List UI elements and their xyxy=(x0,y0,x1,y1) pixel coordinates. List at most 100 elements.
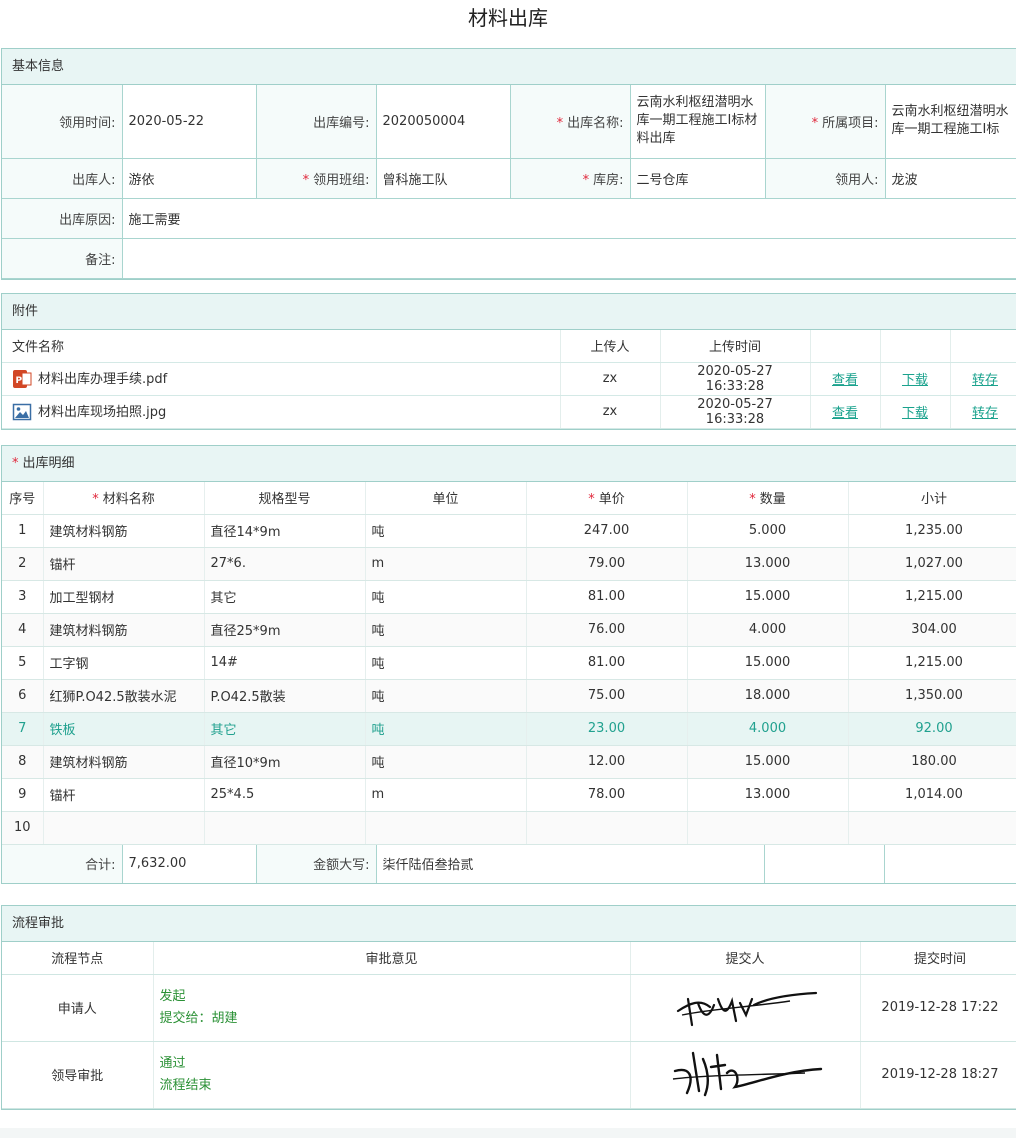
table-cell: m xyxy=(365,547,527,581)
table-row: 3 加工型钢材 其它吨 81.00 15.000 1,215.00 xyxy=(2,580,1016,614)
details-panel: * 出库明细 序号 * 材料名称 规格型号 单位 * 单价 * 数量 小计 1 建筑材料钢… xyxy=(1,445,1016,884)
attachments-panel: 附件 文件名称 上传人 上传时间 P 材料出库办理手续.pdf zx 2020-… xyxy=(1,293,1016,430)
table-cell: 79.00 xyxy=(526,547,688,581)
attachment-filename[interactable]: 材料出库现场拍照.jpg xyxy=(38,405,166,420)
field-label-project: * 所属项目: xyxy=(764,85,886,159)
download-link[interactable]: 下载 xyxy=(902,373,928,388)
page-footer-strip xyxy=(0,1128,1016,1138)
page-title: 材料出库 xyxy=(468,6,548,30)
table-cell: 吨 xyxy=(365,613,527,647)
uppercase-amount-value: 柒仟陆佰叁拾贰 xyxy=(375,844,765,883)
required-mark: * xyxy=(749,492,756,508)
table-row: 7 铁板 其它吨 23.00 4.000 92.00 xyxy=(2,712,1016,746)
table-cell: 吨 xyxy=(365,679,527,713)
image-icon xyxy=(12,402,32,422)
flow-submit-time: 2019-12-28 18:27 xyxy=(860,1041,1016,1109)
table-cell: 直径25*9m xyxy=(204,613,366,647)
flow-row: 申请人 发起 提交给：胡建 2019-12-28 17:22 xyxy=(2,974,1016,1042)
table-cell: m xyxy=(365,778,527,812)
field-value-receive-time: 2020-05-22 xyxy=(121,85,257,159)
table-cell: 25*4.5 xyxy=(204,778,366,812)
table-cell: 92.00 xyxy=(848,712,1016,746)
table-cell: 1,235.00 xyxy=(848,514,1016,548)
table-row: 2 锚杆 27*6. m 79.00 13.000 1,027.00 xyxy=(2,547,1016,581)
column-header-subtotal: 小计 xyxy=(848,482,1016,515)
column-header-material-name: * 材料名称 xyxy=(43,482,205,515)
field-value-team: 曾科施工队 xyxy=(375,157,511,199)
table-row: 8 建筑材料钢筋 直径10*9m 吨 12.00 15.000 180.00 xyxy=(2,745,1016,779)
table-cell: 76.00 xyxy=(526,613,688,647)
column-header-node: 流程节点 xyxy=(2,942,154,975)
table-cell: 8 xyxy=(2,745,44,779)
table-cell: 75.00 xyxy=(526,679,688,713)
table-cell: 其它 xyxy=(204,580,366,614)
flow-submit-time: 2019-12-28 17:22 xyxy=(860,974,1016,1042)
table-row: 10 xyxy=(2,811,1016,845)
table-cell: 1,014.00 xyxy=(848,778,1016,812)
svg-text:P: P xyxy=(16,376,23,386)
table-cell xyxy=(204,811,366,845)
table-cell: 吨 xyxy=(365,580,527,614)
column-header-index: 序号 xyxy=(2,482,44,515)
table-row: 1 建筑材料钢筋 直径14*9m 吨 247.00 5.000 1,235.00 xyxy=(2,514,1016,548)
table-cell: 1,215.00 xyxy=(848,580,1016,614)
required-mark: * xyxy=(556,115,564,131)
column-header-uploader: 上传人 xyxy=(560,330,661,363)
table-cell: 4.000 xyxy=(687,712,849,746)
table-cell: 5.000 xyxy=(687,514,849,548)
table-cell: 直径10*9m xyxy=(204,745,366,779)
field-label-receiver: 领用人: xyxy=(764,157,886,199)
table-cell: 81.00 xyxy=(526,646,688,680)
basic-info-table: 领用时间: 2020-05-22 出库编号: 2020050004 * 出库名称:… xyxy=(2,85,1016,279)
table-cell: 加工型钢材 xyxy=(43,580,205,614)
table-cell: 建筑材料钢筋 xyxy=(43,745,205,779)
column-header-submitter: 提交人 xyxy=(630,942,861,975)
column-header-blank xyxy=(950,330,1016,363)
table-row: 5 工字钢 14# 吨 81.00 15.000 1,215.00 xyxy=(2,646,1016,680)
required-mark: * xyxy=(12,456,19,471)
attachment-filename[interactable]: 材料出库办理手续.pdf xyxy=(38,372,167,387)
table-cell: 吨 xyxy=(365,745,527,779)
table-cell: 1,027.00 xyxy=(848,547,1016,581)
table-cell: 6 xyxy=(2,679,44,713)
save-to-link[interactable]: 转存 xyxy=(972,373,998,388)
column-header-blank xyxy=(880,330,951,363)
field-value-receiver: 龙波 xyxy=(884,157,1016,199)
table-cell: 2 xyxy=(2,547,44,581)
column-header-spec: 规格型号 xyxy=(204,482,366,515)
basic-info-header: 基本信息 xyxy=(2,49,1016,85)
table-cell xyxy=(365,811,527,845)
view-link[interactable]: 查看 xyxy=(832,406,858,421)
table-cell: 15.000 xyxy=(687,745,849,779)
table-cell: 建筑材料钢筋 xyxy=(43,613,205,647)
field-value-project: 云南水利枢纽潜明水库一期工程施工I标 xyxy=(884,85,1016,159)
download-link[interactable]: 下载 xyxy=(902,406,928,421)
attachments-header: 附件 xyxy=(2,294,1016,330)
required-mark: * xyxy=(92,492,99,508)
table-row: 4 建筑材料钢筋 直径25*9m 吨 76.00 4.000 304.00 xyxy=(2,613,1016,647)
field-value-warehouse: 二号仓库 xyxy=(629,157,766,199)
table-cell: 锚杆 xyxy=(43,778,205,812)
table-cell: 15.000 xyxy=(687,580,849,614)
column-header-upload-time: 上传时间 xyxy=(660,330,811,363)
table-cell: 13.000 xyxy=(687,547,849,581)
basic-info-panel: 基本信息 领用时间: 2020-05-22 出库编号: 2020050004 *… xyxy=(1,48,1016,280)
table-cell: 14# xyxy=(204,646,366,680)
flow-node: 申请人 xyxy=(2,974,154,1042)
table-row: 6 红狮P.O42.5散装水泥 P.O42.5散装吨 75.00 18.000 1,350… xyxy=(2,679,1016,713)
signature-image xyxy=(630,974,861,1042)
table-cell xyxy=(848,811,1016,845)
table-cell: 7 xyxy=(2,712,44,746)
table-cell: 建筑材料钢筋 xyxy=(43,514,205,548)
table-cell: 18.000 xyxy=(687,679,849,713)
table-cell: 吨 xyxy=(365,514,527,548)
table-cell: 23.00 xyxy=(526,712,688,746)
field-label-warehouse: * 库房: xyxy=(509,157,631,199)
flow-row: 领导审批 通过 流程结束 2019-12-28 18:27 xyxy=(2,1041,1016,1109)
save-to-link[interactable]: 转存 xyxy=(972,406,998,421)
field-value-remark xyxy=(121,237,1016,279)
field-value-outbound-name: 云南水利枢纽潜明水库一期工程施工I标材料出库 xyxy=(629,85,766,159)
table-cell: 其它 xyxy=(204,712,366,746)
total-table: 合计: 7,632.00 金额大写: 柒仟陆佰叁拾贰 xyxy=(2,844,1016,883)
view-link[interactable]: 查看 xyxy=(832,373,858,388)
